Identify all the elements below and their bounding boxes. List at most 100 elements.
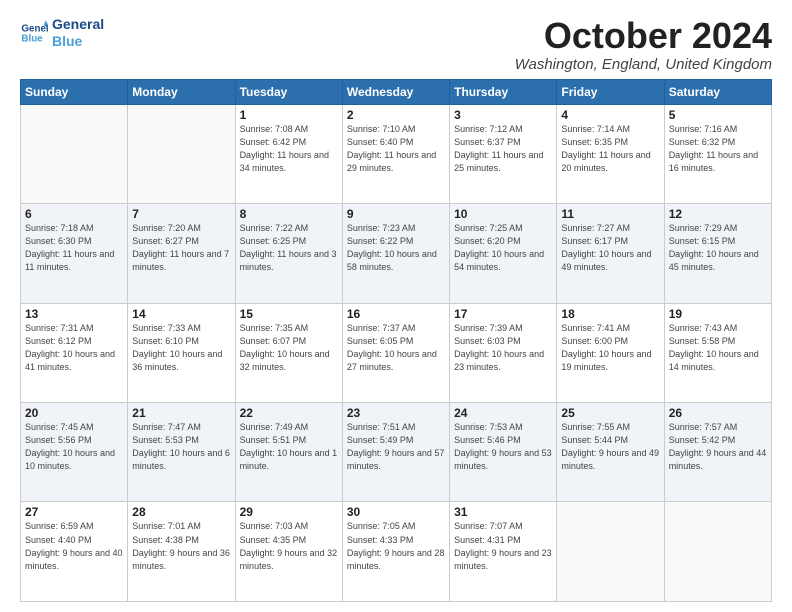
day-info: Sunrise: 7:57 AMSunset: 5:42 PMDaylight:… [669,421,767,473]
logo-general: General [52,16,104,33]
day-number: 4 [561,108,659,122]
day-info: Sunrise: 7:23 AMSunset: 6:22 PMDaylight:… [347,222,445,274]
svg-text:Blue: Blue [21,33,43,44]
day-number: 19 [669,307,767,321]
day-info: Sunrise: 7:49 AMSunset: 5:51 PMDaylight:… [240,421,338,473]
day-info: Sunrise: 7:16 AMSunset: 6:32 PMDaylight:… [669,123,767,175]
calendar-cell: 9Sunrise: 7:23 AMSunset: 6:22 PMDaylight… [342,204,449,303]
day-number: 28 [132,505,230,519]
day-info: Sunrise: 7:10 AMSunset: 6:40 PMDaylight:… [347,123,445,175]
day-number: 17 [454,307,552,321]
weekday-header: Friday [557,79,664,104]
day-number: 9 [347,207,445,221]
calendar-cell: 20Sunrise: 7:45 AMSunset: 5:56 PMDayligh… [21,403,128,502]
day-number: 25 [561,406,659,420]
calendar-cell: 31Sunrise: 7:07 AMSunset: 4:31 PMDayligh… [450,502,557,602]
calendar-cell: 23Sunrise: 7:51 AMSunset: 5:49 PMDayligh… [342,403,449,502]
calendar-cell: 29Sunrise: 7:03 AMSunset: 4:35 PMDayligh… [235,502,342,602]
calendar-row: 13Sunrise: 7:31 AMSunset: 6:12 PMDayligh… [21,303,772,402]
calendar-cell: 11Sunrise: 7:27 AMSunset: 6:17 PMDayligh… [557,204,664,303]
day-info: Sunrise: 7:12 AMSunset: 6:37 PMDaylight:… [454,123,552,175]
day-info: Sunrise: 6:59 AMSunset: 4:40 PMDaylight:… [25,520,123,572]
calendar-cell: 3Sunrise: 7:12 AMSunset: 6:37 PMDaylight… [450,104,557,203]
day-info: Sunrise: 7:41 AMSunset: 6:00 PMDaylight:… [561,322,659,374]
day-info: Sunrise: 7:05 AMSunset: 4:33 PMDaylight:… [347,520,445,572]
header: General Blue General Blue October 2024 W… [20,16,772,73]
day-info: Sunrise: 7:31 AMSunset: 6:12 PMDaylight:… [25,322,123,374]
day-number: 20 [25,406,123,420]
calendar-cell [21,104,128,203]
calendar-cell: 19Sunrise: 7:43 AMSunset: 5:58 PMDayligh… [664,303,771,402]
calendar-cell: 1Sunrise: 7:08 AMSunset: 6:42 PMDaylight… [235,104,342,203]
day-info: Sunrise: 7:35 AMSunset: 6:07 PMDaylight:… [240,322,338,374]
weekday-header: Monday [128,79,235,104]
day-number: 24 [454,406,552,420]
day-info: Sunrise: 7:33 AMSunset: 6:10 PMDaylight:… [132,322,230,374]
weekday-header: Wednesday [342,79,449,104]
calendar-cell [664,502,771,602]
calendar-cell: 5Sunrise: 7:16 AMSunset: 6:32 PMDaylight… [664,104,771,203]
logo-icon: General Blue [20,19,48,47]
calendar-cell: 25Sunrise: 7:55 AMSunset: 5:44 PMDayligh… [557,403,664,502]
day-info: Sunrise: 7:51 AMSunset: 5:49 PMDaylight:… [347,421,445,473]
day-number: 21 [132,406,230,420]
calendar-row: 6Sunrise: 7:18 AMSunset: 6:30 PMDaylight… [21,204,772,303]
calendar-cell: 7Sunrise: 7:20 AMSunset: 6:27 PMDaylight… [128,204,235,303]
day-number: 13 [25,307,123,321]
weekday-header: Tuesday [235,79,342,104]
weekday-header: Sunday [21,79,128,104]
day-info: Sunrise: 7:45 AMSunset: 5:56 PMDaylight:… [25,421,123,473]
day-info: Sunrise: 7:14 AMSunset: 6:35 PMDaylight:… [561,123,659,175]
day-info: Sunrise: 7:18 AMSunset: 6:30 PMDaylight:… [25,222,123,274]
day-info: Sunrise: 7:47 AMSunset: 5:53 PMDaylight:… [132,421,230,473]
calendar-cell: 15Sunrise: 7:35 AMSunset: 6:07 PMDayligh… [235,303,342,402]
day-number: 29 [240,505,338,519]
calendar-cell: 16Sunrise: 7:37 AMSunset: 6:05 PMDayligh… [342,303,449,402]
title-block: October 2024 Washington, England, United… [515,16,772,73]
calendar-row: 27Sunrise: 6:59 AMSunset: 4:40 PMDayligh… [21,502,772,602]
day-info: Sunrise: 7:43 AMSunset: 5:58 PMDaylight:… [669,322,767,374]
day-info: Sunrise: 7:53 AMSunset: 5:46 PMDaylight:… [454,421,552,473]
day-number: 15 [240,307,338,321]
day-info: Sunrise: 7:20 AMSunset: 6:27 PMDaylight:… [132,222,230,274]
day-info: Sunrise: 7:25 AMSunset: 6:20 PMDaylight:… [454,222,552,274]
day-number: 31 [454,505,552,519]
weekday-header: Saturday [664,79,771,104]
day-info: Sunrise: 7:29 AMSunset: 6:15 PMDaylight:… [669,222,767,274]
calendar-cell: 12Sunrise: 7:29 AMSunset: 6:15 PMDayligh… [664,204,771,303]
day-number: 7 [132,207,230,221]
day-number: 12 [669,207,767,221]
day-info: Sunrise: 7:03 AMSunset: 4:35 PMDaylight:… [240,520,338,572]
day-number: 11 [561,207,659,221]
calendar-cell: 17Sunrise: 7:39 AMSunset: 6:03 PMDayligh… [450,303,557,402]
calendar-row: 1Sunrise: 7:08 AMSunset: 6:42 PMDaylight… [21,104,772,203]
day-number: 23 [347,406,445,420]
logo: General Blue General Blue [20,16,104,50]
day-info: Sunrise: 7:55 AMSunset: 5:44 PMDaylight:… [561,421,659,473]
month-title: October 2024 [515,16,772,56]
day-number: 14 [132,307,230,321]
day-number: 3 [454,108,552,122]
day-number: 6 [25,207,123,221]
day-number: 10 [454,207,552,221]
calendar-cell: 27Sunrise: 6:59 AMSunset: 4:40 PMDayligh… [21,502,128,602]
calendar-cell: 4Sunrise: 7:14 AMSunset: 6:35 PMDaylight… [557,104,664,203]
day-info: Sunrise: 7:22 AMSunset: 6:25 PMDaylight:… [240,222,338,274]
calendar-cell: 22Sunrise: 7:49 AMSunset: 5:51 PMDayligh… [235,403,342,502]
calendar-cell: 13Sunrise: 7:31 AMSunset: 6:12 PMDayligh… [21,303,128,402]
calendar-cell: 8Sunrise: 7:22 AMSunset: 6:25 PMDaylight… [235,204,342,303]
day-number: 2 [347,108,445,122]
day-number: 16 [347,307,445,321]
calendar-table: SundayMondayTuesdayWednesdayThursdayFrid… [20,79,772,602]
calendar-cell [128,104,235,203]
day-number: 27 [25,505,123,519]
day-number: 18 [561,307,659,321]
calendar-cell: 30Sunrise: 7:05 AMSunset: 4:33 PMDayligh… [342,502,449,602]
page: General Blue General Blue October 2024 W… [0,0,792,612]
calendar-cell: 2Sunrise: 7:10 AMSunset: 6:40 PMDaylight… [342,104,449,203]
day-info: Sunrise: 7:01 AMSunset: 4:38 PMDaylight:… [132,520,230,572]
day-number: 8 [240,207,338,221]
calendar-header-row: SundayMondayTuesdayWednesdayThursdayFrid… [21,79,772,104]
calendar-cell: 26Sunrise: 7:57 AMSunset: 5:42 PMDayligh… [664,403,771,502]
calendar-cell: 18Sunrise: 7:41 AMSunset: 6:00 PMDayligh… [557,303,664,402]
